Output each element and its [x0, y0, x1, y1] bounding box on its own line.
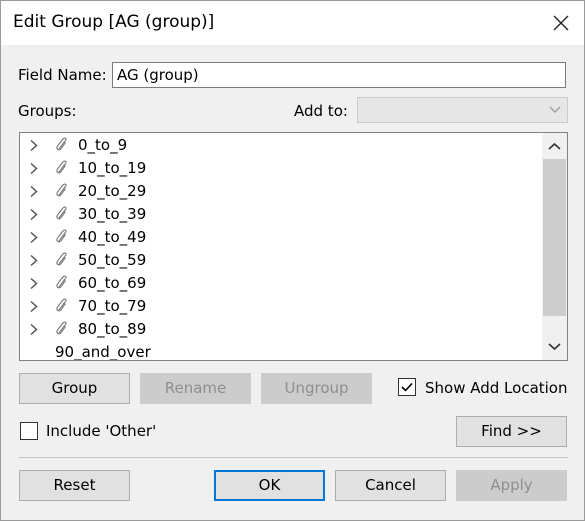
title-bar: Edit Group [AG (group)]: [1, 1, 584, 45]
checkmark-icon: [401, 382, 413, 392]
chevron-right-icon[interactable]: [29, 277, 39, 290]
paperclip-icon: [56, 275, 67, 289]
tree-item-label: 30_to_39: [78, 205, 147, 223]
add-to-select[interactable]: [357, 97, 568, 123]
tree-group-item[interactable]: 40_to_49: [20, 226, 540, 249]
paperclip-icon: [56, 206, 67, 220]
scroll-up-icon[interactable]: [548, 142, 561, 151]
paperclip-icon: [56, 183, 67, 197]
tree-group-item[interactable]: 10_to_19: [20, 157, 540, 180]
tree-item-label: 10_to_19: [78, 159, 147, 177]
tree-group-item[interactable]: 0_to_9: [20, 134, 540, 157]
window-title: Edit Group [AG (group)]: [13, 12, 215, 32]
close-icon: [553, 15, 569, 31]
tree-group-item[interactable]: 30_to_39: [20, 203, 540, 226]
include-other-checkbox[interactable]: [20, 422, 38, 440]
cancel-button[interactable]: Cancel: [335, 470, 446, 501]
paperclip-icon: [56, 321, 67, 335]
paperclip-icon: [56, 137, 67, 151]
show-add-location-checkbox[interactable]: [398, 378, 416, 396]
groups-tree[interactable]: 0_to_9 10_to_19 20_to_29 30_to_39 40_to_49 50…: [19, 132, 568, 361]
chevron-right-icon[interactable]: [29, 323, 39, 336]
tree-item-label: 70_to_79: [78, 297, 147, 315]
group-button[interactable]: Group: [19, 373, 130, 404]
paperclip-icon: [56, 298, 67, 312]
chevron-down-icon: [549, 106, 561, 114]
close-button[interactable]: [538, 1, 584, 45]
chevron-right-icon[interactable]: [29, 300, 39, 313]
chevron-right-icon[interactable]: [29, 208, 39, 221]
tree-item-label: 0_to_9: [78, 136, 128, 154]
paperclip-icon: [56, 160, 67, 174]
chevron-right-icon[interactable]: [29, 185, 39, 198]
separator: [19, 457, 568, 458]
tree-group-item[interactable]: 80_to_89: [20, 318, 540, 341]
tree-item-label: 20_to_29: [78, 182, 147, 200]
tree-item-label: 90_and_over: [55, 343, 151, 361]
reset-button[interactable]: Reset: [19, 470, 130, 501]
tree-item-label: 60_to_69: [78, 274, 147, 292]
edit-group-dialog: Edit Group [AG (group)] Field Name: AG (…: [0, 0, 585, 521]
apply-button[interactable]: Apply: [456, 470, 567, 501]
vertical-scrollbar[interactable]: [542, 133, 567, 360]
tree-group-item[interactable]: 50_to_59: [20, 249, 540, 272]
show-add-location-label[interactable]: Show Add Location: [425, 379, 568, 397]
rename-button[interactable]: Rename: [140, 373, 251, 404]
field-name-label: Field Name:: [18, 66, 107, 84]
groups-label: Groups:: [18, 102, 77, 120]
scrollbar-thumb[interactable]: [543, 159, 566, 316]
tree-item-label: 80_to_89: [78, 320, 147, 338]
add-to-label: Add to:: [294, 102, 348, 120]
chevron-right-icon[interactable]: [29, 162, 39, 175]
ungroup-button[interactable]: Ungroup: [261, 373, 372, 404]
tree-group-item[interactable]: 60_to_69: [20, 272, 540, 295]
chevron-right-icon[interactable]: [29, 254, 39, 267]
find-button[interactable]: Find >>: [456, 416, 567, 447]
scroll-down-icon[interactable]: [548, 342, 561, 351]
tree-group-item[interactable]: 20_to_29: [20, 180, 540, 203]
chevron-right-icon[interactable]: [29, 139, 39, 152]
tree-member-item[interactable]: 90_and_over: [20, 341, 540, 361]
tree-item-label: 50_to_59: [78, 251, 147, 269]
tree-group-item[interactable]: 70_to_79: [20, 295, 540, 318]
ok-button[interactable]: OK: [214, 470, 325, 501]
paperclip-icon: [56, 229, 67, 243]
chevron-right-icon[interactable]: [29, 231, 39, 244]
tree-item-label: 40_to_49: [78, 228, 147, 246]
paperclip-icon: [56, 252, 67, 266]
include-other-label[interactable]: Include 'Other': [46, 422, 156, 440]
field-name-input[interactable]: AG (group): [112, 62, 566, 88]
